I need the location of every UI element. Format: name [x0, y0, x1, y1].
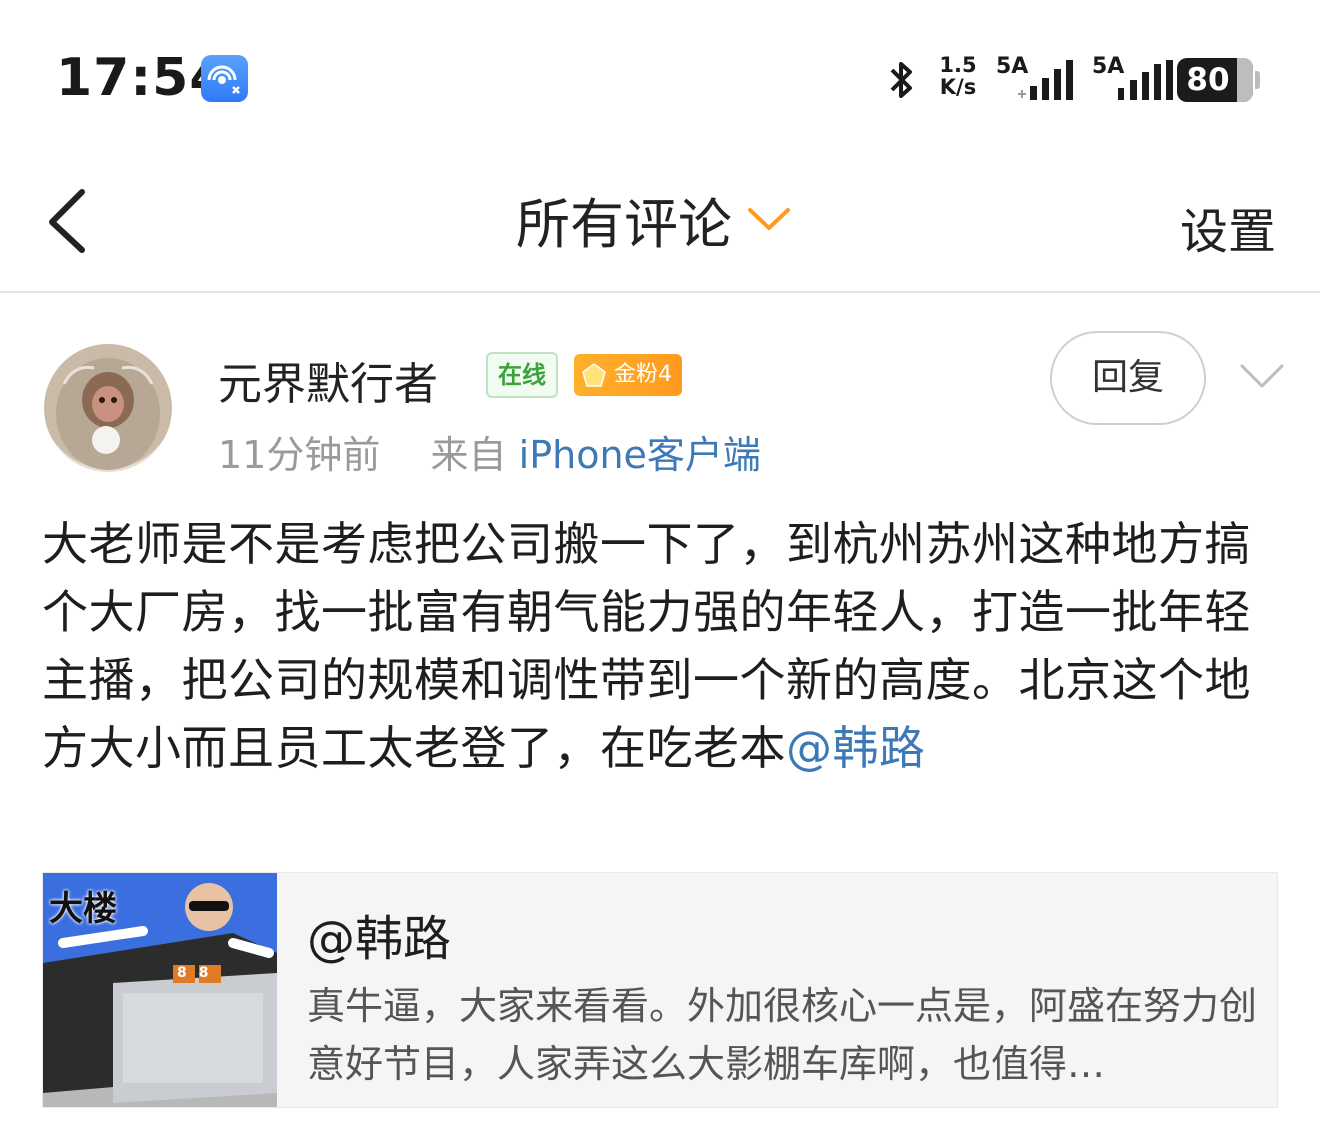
fan-level-badge[interactable]: 金粉4 — [574, 354, 682, 396]
mention-link[interactable]: @韩路 — [786, 721, 926, 775]
signal-bars-icon — [1018, 60, 1073, 100]
battery-empty-part — [1237, 58, 1253, 102]
monkey-avatar-image — [56, 358, 160, 470]
quoted-text: 真牛逼，大家来看看。外加很核心一点是，阿盛在努力创意好节目，人家弄这么大影棚车库… — [307, 984, 1258, 1086]
fan-level-label: 金粉4 — [614, 362, 672, 387]
source-prefix: 来自 — [430, 433, 507, 477]
thumbnail-caption: 大楼 — [49, 889, 117, 929]
hotspot-icon — [201, 55, 248, 102]
quoted-author[interactable]: @韩路 — [307, 899, 451, 969]
battery-tip — [1255, 71, 1260, 89]
bluetooth-icon — [884, 58, 918, 106]
chevron-down-icon — [1240, 364, 1284, 388]
network-speed: 1.5 K/s — [935, 54, 981, 98]
comment-text: 大老师是不是考虑把公司搬一下了，到杭州苏州这种地方搞个大厂房，找一批富有朝气能力… — [42, 510, 1278, 782]
avatar[interactable] — [44, 344, 172, 472]
online-badge: 在线 — [486, 352, 558, 398]
comment-time: 11分钟前 — [218, 433, 381, 477]
settings-button[interactable]: 设置 — [1180, 192, 1276, 262]
comment-filter-dropdown[interactable]: 所有评论 — [516, 184, 792, 256]
comment-body: 大老师是不是考虑把公司搬一下了，到杭州苏州这种地方搞个大厂房，找一批富有朝气能力… — [42, 517, 1251, 775]
source-client[interactable]: iPhone客户端 — [519, 433, 761, 477]
chevron-down-icon — [748, 208, 790, 230]
battery-icon: 80 — [1177, 58, 1253, 102]
video-thumbnail[interactable]: 大楼 88 — [43, 873, 277, 1107]
username[interactable]: 元界默行者 — [218, 348, 438, 412]
nav-header: 所有评论 设置 — [0, 150, 1320, 293]
signal-bars-icon — [1118, 60, 1173, 100]
reply-button[interactable]: 回复 — [1050, 331, 1206, 425]
status-bar: 17:54 1.5 K/s 5A 5A 80 — [0, 0, 1320, 150]
back-button[interactable] — [40, 184, 100, 254]
comment-meta: 11分钟前 来自 iPhone客户端 — [218, 424, 761, 479]
diamond-icon — [582, 363, 606, 387]
quoted-post-card[interactable]: 大楼 88 @韩路 真牛逼，大家来看看。外加很核心一点是，阿盛在努力创意好节目，… — [42, 872, 1278, 1108]
thumbnail-sign: 88 — [177, 965, 221, 981]
more-options-button[interactable] — [1238, 362, 1286, 392]
chevron-left-icon — [49, 189, 85, 253]
page-title: 所有评论 — [516, 192, 732, 256]
battery-level: 80 — [1186, 62, 1230, 98]
network-speed-unit: K/s — [939, 75, 977, 99]
network-speed-value: 1.5 — [939, 53, 977, 77]
